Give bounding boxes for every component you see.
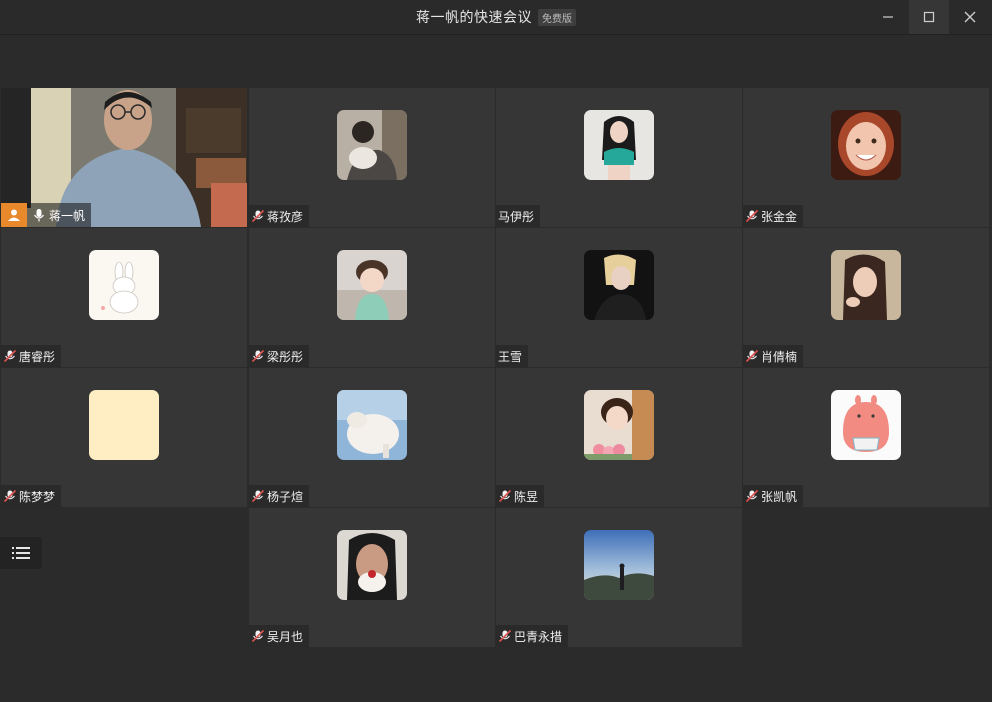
participant-nameplate: 唐睿彤 bbox=[1, 345, 62, 367]
participant-list-button[interactable] bbox=[0, 537, 42, 569]
participant-tile[interactable]: 巴青永措 bbox=[496, 508, 742, 647]
participant-nameplate: 吴月也 bbox=[249, 625, 310, 647]
participant-nameplate: 张金金 bbox=[743, 205, 804, 227]
microphone-icon bbox=[34, 209, 44, 222]
participant-nameplate: 巴青永措 bbox=[496, 625, 569, 647]
muted-microphone-icon bbox=[3, 349, 17, 363]
muted-microphone-icon bbox=[251, 489, 265, 503]
muted-microphone-icon bbox=[251, 349, 265, 363]
participant-name: 肖倩楠 bbox=[761, 349, 798, 364]
avatar bbox=[584, 390, 654, 460]
participant-name: 蒋一帆 bbox=[49, 208, 86, 223]
participant-name: 吴月也 bbox=[267, 629, 304, 644]
participant-name: 陈梦梦 bbox=[19, 489, 56, 504]
meeting-title: 蒋一帆的快速会议 bbox=[416, 10, 532, 26]
avatar bbox=[831, 110, 901, 180]
participant-tile[interactable]: 王雪 bbox=[496, 228, 742, 367]
list-icon bbox=[12, 547, 30, 559]
muted-microphone-icon bbox=[745, 209, 759, 223]
avatar bbox=[337, 390, 407, 460]
minimize-button[interactable] bbox=[868, 0, 908, 34]
participant-nameplate: 王雪 bbox=[496, 345, 529, 367]
participant-name: 王雪 bbox=[498, 349, 523, 364]
participant-name: 唐睿彤 bbox=[19, 349, 56, 364]
muted-microphone-icon bbox=[745, 489, 759, 503]
minimize-icon bbox=[883, 16, 893, 18]
avatar bbox=[89, 390, 159, 460]
participant-nameplate: 杨子煊 bbox=[249, 485, 310, 507]
participant-tile[interactable]: 唐睿彤 bbox=[1, 228, 247, 367]
participant-tile[interactable]: 梁彤彤 bbox=[249, 228, 495, 367]
muted-microphone-icon bbox=[498, 629, 512, 643]
avatar bbox=[831, 250, 901, 320]
participant-tile[interactable]: 蒋孜彦 bbox=[249, 88, 495, 227]
muted-microphone-icon bbox=[745, 349, 759, 363]
close-icon bbox=[964, 11, 976, 23]
avatar bbox=[831, 390, 901, 460]
muted-microphone-icon bbox=[251, 629, 265, 643]
meeting-window: 蒋一帆的快速会议 免费版 蒋一帆 蒋孜彦 马伊彤 张金金 唐睿彤 梁彤彤 王雪 … bbox=[0, 0, 992, 702]
avatar bbox=[584, 250, 654, 320]
muted-microphone-icon bbox=[251, 209, 265, 223]
host-icon bbox=[1, 203, 27, 227]
avatar bbox=[337, 530, 407, 600]
participant-nameplate: 梁彤彤 bbox=[249, 345, 310, 367]
participant-nameplate: 陈梦梦 bbox=[1, 485, 62, 507]
participant-nameplate: 肖倩楠 bbox=[743, 345, 804, 367]
participant-name: 张凯帆 bbox=[761, 489, 798, 504]
muted-microphone-icon bbox=[498, 489, 512, 503]
participant-nameplate: 张凯帆 bbox=[743, 485, 804, 507]
participant-tile[interactable]: 马伊彤 bbox=[496, 88, 742, 227]
participant-name: 张金金 bbox=[761, 209, 798, 224]
participant-nameplate: 陈昱 bbox=[496, 485, 545, 507]
participant-tile[interactable]: 张金金 bbox=[743, 88, 989, 227]
avatar bbox=[89, 250, 159, 320]
participant-tile[interactable]: 陈梦梦 bbox=[1, 368, 247, 507]
participant-tile[interactable]: 陈昱 bbox=[496, 368, 742, 507]
participant-tile[interactable]: 肖倩楠 bbox=[743, 228, 989, 367]
maximize-icon bbox=[923, 11, 935, 23]
participant-name: 杨子煊 bbox=[267, 489, 304, 504]
avatar bbox=[584, 530, 654, 600]
participant-tile[interactable]: 吴月也 bbox=[249, 508, 495, 647]
maximize-button[interactable] bbox=[909, 0, 949, 34]
avatar bbox=[337, 250, 407, 320]
participant-name: 陈昱 bbox=[514, 489, 539, 504]
participant-nameplate: 蒋孜彦 bbox=[249, 205, 310, 227]
avatar bbox=[337, 110, 407, 180]
participant-grid: 蒋一帆 蒋孜彦 马伊彤 张金金 唐睿彤 梁彤彤 王雪 肖倩楠 陈梦梦 杨子煊 陈… bbox=[0, 88, 992, 648]
participant-name: 巴青永措 bbox=[514, 629, 563, 644]
participant-name: 蒋孜彦 bbox=[267, 209, 304, 224]
participant-tile[interactable]: 张凯帆 bbox=[743, 368, 989, 507]
participant-tile[interactable]: 杨子煊 bbox=[249, 368, 495, 507]
plan-badge: 免费版 bbox=[538, 8, 576, 26]
title-area: 蒋一帆的快速会议 免费版 bbox=[0, 0, 992, 34]
self-nameplate: 蒋一帆 bbox=[1, 203, 92, 227]
participant-name: 马伊彤 bbox=[498, 209, 535, 224]
participant-nameplate: 马伊彤 bbox=[496, 205, 541, 227]
close-button[interactable] bbox=[950, 0, 990, 34]
avatar bbox=[584, 110, 654, 180]
participant-tile-self[interactable]: 蒋一帆 bbox=[1, 88, 247, 227]
muted-microphone-icon bbox=[3, 489, 17, 503]
title-bar: 蒋一帆的快速会议 免费版 bbox=[0, 0, 992, 35]
participant-name: 梁彤彤 bbox=[267, 349, 304, 364]
